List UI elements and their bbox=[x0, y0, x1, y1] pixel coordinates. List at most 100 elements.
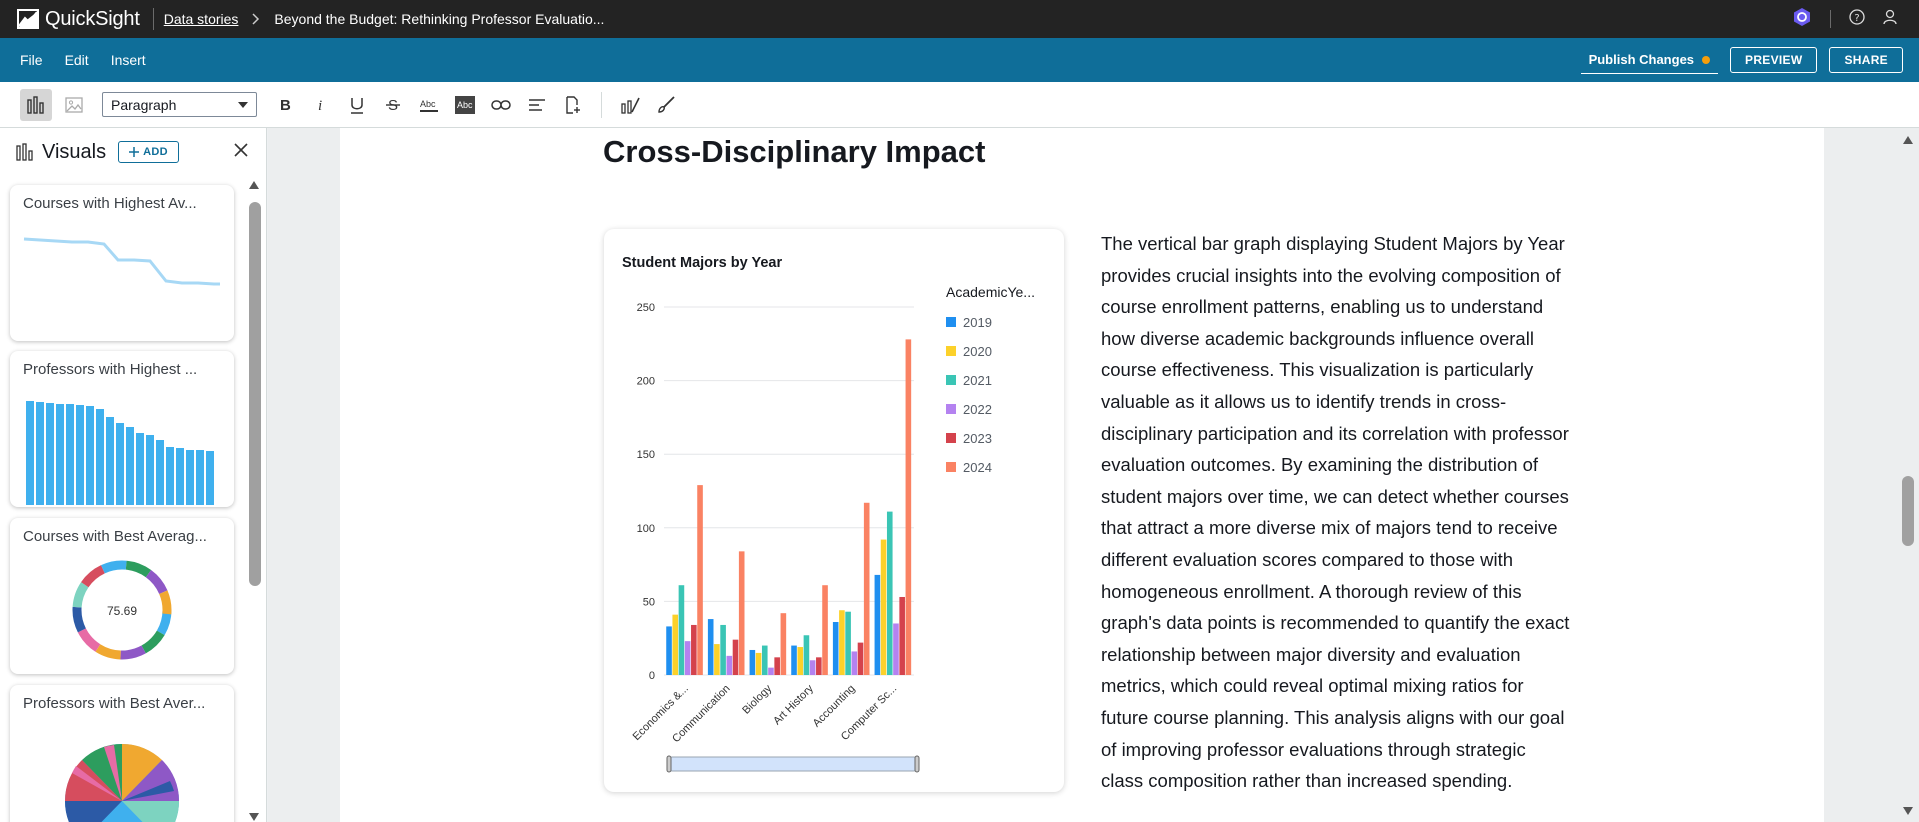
align-left-icon bbox=[529, 98, 545, 111]
visual-card[interactable]: Courses with Highest Av... bbox=[10, 185, 234, 341]
close-icon[interactable] bbox=[233, 142, 249, 163]
bar bbox=[893, 623, 899, 675]
bar bbox=[720, 624, 726, 675]
visual-card[interactable]: Courses with Best Averag... 75.69 bbox=[10, 518, 234, 674]
bar bbox=[780, 613, 787, 675]
bold-button[interactable]: B bbox=[269, 89, 301, 121]
y-tick-label: 0 bbox=[649, 670, 655, 682]
share-button[interactable]: SHARE bbox=[1829, 47, 1903, 73]
legend-item: 2024 bbox=[963, 460, 992, 475]
student-majors-visual[interactable]: Student Majors by Year 0 50 100 150 200 250 Ec… bbox=[604, 229, 1064, 792]
visual-card[interactable]: Professors with Highest ... bbox=[10, 351, 234, 507]
theme-brush-button[interactable] bbox=[650, 89, 682, 121]
amazon-q-icon[interactable] bbox=[1792, 7, 1812, 32]
bar bbox=[697, 485, 703, 675]
visual-format-button[interactable] bbox=[614, 89, 646, 121]
bar bbox=[845, 611, 851, 675]
bar bbox=[761, 645, 768, 675]
visual-card-title: Professors with Highest ... bbox=[23, 361, 198, 378]
bar bbox=[691, 624, 697, 675]
main-scrollbar-thumb[interactable] bbox=[1902, 476, 1914, 546]
italic-button[interactable]: i bbox=[305, 89, 337, 121]
add-visual-label: ADD bbox=[143, 146, 168, 158]
top-bar: QuickSight Data stories Beyond the Budge… bbox=[0, 0, 1919, 38]
main-scroll-up-icon[interactable] bbox=[1902, 135, 1914, 145]
bar bbox=[899, 596, 905, 675]
menu-edit[interactable]: Edit bbox=[65, 52, 89, 68]
y-tick-label: 100 bbox=[637, 523, 655, 535]
publish-changes-label: Publish Changes bbox=[1588, 52, 1695, 67]
legend-title: AcademicYe... bbox=[946, 284, 1035, 300]
breadcrumb-current-story: Beyond the Budget: Rethinking Professor … bbox=[274, 11, 605, 27]
images-panel-toggle[interactable] bbox=[58, 89, 90, 121]
bar bbox=[880, 539, 887, 675]
bar bbox=[857, 642, 864, 675]
highlight-color-button[interactable]: Abc bbox=[449, 89, 481, 121]
publish-changes-button[interactable]: Publish Changes bbox=[1580, 46, 1719, 74]
section-heading[interactable]: Cross-Disciplinary Impact bbox=[603, 134, 985, 170]
highlight-icon: Abc bbox=[455, 95, 475, 114]
insert-block-button[interactable] bbox=[557, 89, 589, 121]
visuals-panel-title: Visuals bbox=[42, 140, 107, 163]
story-paragraph[interactable]: The vertical bar graph displaying Studen… bbox=[1101, 228, 1571, 797]
caret-down-icon bbox=[238, 101, 248, 108]
menu-file[interactable]: File bbox=[20, 52, 43, 68]
range-slider-handle-left bbox=[666, 755, 672, 773]
y-tick-label: 250 bbox=[637, 302, 655, 314]
bar bbox=[672, 614, 679, 675]
quicksight-logo-icon bbox=[17, 9, 39, 29]
text-color-button[interactable]: Abc bbox=[413, 89, 445, 121]
legend-swatch bbox=[946, 375, 956, 385]
legend-swatch bbox=[946, 317, 956, 327]
add-visual-button[interactable]: ADD bbox=[118, 141, 179, 163]
legend-item: 2023 bbox=[963, 431, 992, 446]
plus-icon bbox=[129, 147, 140, 157]
app-name: QuickSight bbox=[45, 7, 140, 30]
legend-swatch bbox=[946, 346, 956, 356]
user-icon[interactable] bbox=[1883, 9, 1897, 30]
link-icon bbox=[491, 99, 511, 110]
visual-card-title: Courses with Best Averag... bbox=[23, 528, 207, 545]
bar bbox=[726, 655, 733, 675]
menu-bar: File Edit Insert Publish Changes PREVIEW… bbox=[0, 38, 1919, 82]
main-scroll-down-icon[interactable] bbox=[1902, 806, 1914, 816]
top-divider bbox=[152, 8, 154, 30]
bar bbox=[749, 649, 756, 675]
bar bbox=[839, 610, 845, 675]
svg-text:B: B bbox=[280, 97, 291, 113]
underline-button[interactable] bbox=[341, 89, 373, 121]
bar bbox=[768, 667, 774, 675]
x-tick-label: Art History bbox=[771, 682, 816, 727]
bar-chart: 050100150200250Economics &...Communicati… bbox=[631, 284, 1035, 773]
visuals-panel-toggle[interactable] bbox=[20, 88, 52, 121]
bar bbox=[738, 551, 745, 675]
bar bbox=[816, 657, 822, 675]
y-tick-label: 150 bbox=[637, 449, 655, 461]
paintbrush-icon bbox=[658, 95, 675, 113]
text-color-icon: Abc bbox=[420, 99, 438, 112]
menu-insert[interactable]: Insert bbox=[111, 52, 146, 68]
bar bbox=[803, 635, 810, 675]
help-icon[interactable]: ? bbox=[1849, 8, 1865, 30]
svg-text:?: ? bbox=[1854, 13, 1859, 24]
link-button[interactable] bbox=[485, 89, 517, 121]
chart-format-icon bbox=[621, 97, 640, 114]
preview-button[interactable]: PREVIEW bbox=[1730, 47, 1818, 73]
bar bbox=[732, 639, 739, 675]
visual-card-title: Professors with Best Aver... bbox=[23, 695, 206, 712]
legend-item: 2020 bbox=[963, 344, 992, 359]
unsaved-indicator-dot bbox=[1702, 55, 1711, 64]
breadcrumb-data-stories[interactable]: Data stories bbox=[164, 11, 239, 27]
quicksight-logo[interactable]: QuickSight bbox=[17, 8, 140, 31]
visual-card[interactable]: Professors with Best Aver... bbox=[10, 685, 234, 822]
strikethrough-button[interactable]: S bbox=[377, 89, 409, 121]
legend-swatch bbox=[946, 404, 956, 414]
svg-text:Abc: Abc bbox=[420, 99, 436, 109]
bar bbox=[874, 574, 881, 675]
editor-toolbar: Paragraph B i S Abc Abc bbox=[0, 82, 1919, 128]
bar bbox=[822, 585, 828, 675]
align-button[interactable] bbox=[521, 89, 553, 121]
paragraph-style-select[interactable]: Paragraph bbox=[102, 92, 257, 117]
visuals-scrollbar-thumb[interactable] bbox=[249, 202, 261, 586]
range-slider-handle-right bbox=[914, 755, 920, 773]
